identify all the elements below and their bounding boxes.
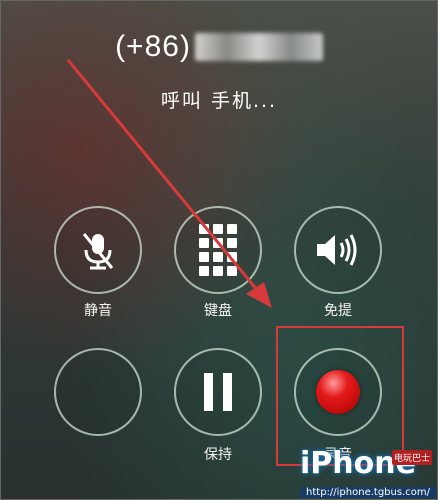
watermark-url: http://iphone.tgbus.com/ (300, 487, 436, 498)
watermark-badge: 电玩巴士 (391, 450, 432, 465)
watermark: iPhone 电玩巴士 http://iphone.tgbus.com/ (300, 446, 436, 498)
annotation-arrow-icon (66, 59, 272, 308)
